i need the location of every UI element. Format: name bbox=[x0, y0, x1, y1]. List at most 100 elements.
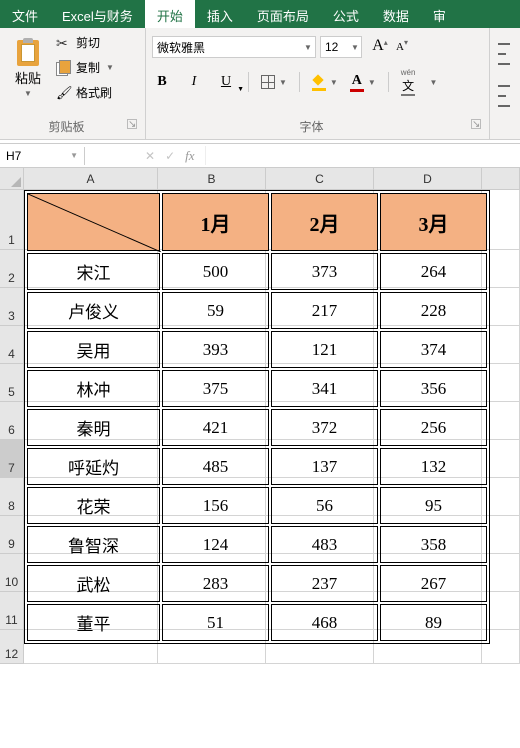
row-header-5[interactable]: 5 bbox=[0, 364, 24, 402]
table-header-month2[interactable]: 2月 bbox=[271, 193, 378, 251]
italic-button[interactable]: I bbox=[184, 72, 204, 92]
table-header-month3[interactable]: 3月 bbox=[380, 193, 487, 251]
table-name-cell[interactable]: 呼延灼 bbox=[27, 448, 160, 485]
table-header-month1[interactable]: 1月 bbox=[162, 193, 269, 251]
paste-dropdown-icon[interactable]: ▼ bbox=[24, 89, 32, 98]
font-size-input[interactable] bbox=[321, 40, 349, 54]
table-value-cell[interactable]: 59 bbox=[162, 292, 269, 329]
table-value-cell[interactable]: 358 bbox=[380, 526, 487, 563]
table-value-cell[interactable]: 373 bbox=[271, 253, 378, 290]
table-value-cell[interactable]: 56 bbox=[271, 487, 378, 524]
table-value-cell[interactable]: 372 bbox=[271, 409, 378, 446]
font-color-button[interactable]: A▼ bbox=[350, 73, 376, 92]
table-value-cell[interactable]: 89 bbox=[380, 604, 487, 641]
font-name-dropdown-icon[interactable]: ▼ bbox=[301, 43, 315, 52]
copy-dropdown-icon[interactable]: ▼ bbox=[106, 63, 114, 72]
table-value-cell[interactable]: 356 bbox=[380, 370, 487, 407]
bold-button[interactable]: B bbox=[152, 72, 172, 92]
copy-button[interactable]: 复制 ▼ bbox=[54, 57, 116, 78]
tab-file[interactable]: 文件 bbox=[0, 0, 50, 28]
table-value-cell[interactable]: 421 bbox=[162, 409, 269, 446]
table-name-cell[interactable]: 花荣 bbox=[27, 487, 160, 524]
table-value-cell[interactable]: 256 bbox=[380, 409, 487, 446]
format-painter-button[interactable]: 格式刷 bbox=[54, 82, 116, 103]
table-value-cell[interactable]: 485 bbox=[162, 448, 269, 485]
fill-color-button[interactable]: ▼ bbox=[312, 74, 338, 91]
clipboard-launcher[interactable]: ↘ bbox=[127, 119, 137, 129]
tab-excel-finance[interactable]: Excel与财务 bbox=[50, 0, 145, 28]
col-header-e[interactable] bbox=[482, 168, 520, 190]
table-value-cell[interactable]: 264 bbox=[380, 253, 487, 290]
row-header-11[interactable]: 11 bbox=[0, 592, 24, 630]
font-launcher[interactable]: ↘ bbox=[471, 119, 481, 129]
table-value-cell[interactable]: 483 bbox=[271, 526, 378, 563]
table-value-cell[interactable]: 156 bbox=[162, 487, 269, 524]
font-name-combo[interactable]: ▼ bbox=[152, 36, 316, 58]
col-header-a[interactable]: A bbox=[24, 168, 158, 190]
decrease-font-button[interactable]: A▾ bbox=[392, 37, 412, 57]
borders-button[interactable]: ▼ bbox=[261, 75, 287, 89]
font-size-combo[interactable]: ▼ bbox=[320, 36, 362, 58]
table-corner-cell[interactable] bbox=[27, 193, 160, 251]
table-value-cell[interactable]: 95 bbox=[380, 487, 487, 524]
table-value-cell[interactable]: 228 bbox=[380, 292, 487, 329]
table-name-cell[interactable]: 秦明 bbox=[27, 409, 160, 446]
col-header-b[interactable]: B bbox=[158, 168, 266, 190]
select-all-cell[interactable] bbox=[0, 168, 24, 190]
tab-page-layout[interactable]: 页面布局 bbox=[245, 0, 321, 28]
formula-input[interactable] bbox=[205, 146, 520, 165]
table-value-cell[interactable]: 283 bbox=[162, 565, 269, 602]
table-value-cell[interactable]: 51 bbox=[162, 604, 269, 641]
table-value-cell[interactable]: 374 bbox=[380, 331, 487, 368]
name-box[interactable]: H7 ▼ bbox=[0, 147, 85, 165]
table-value-cell[interactable]: 267 bbox=[380, 565, 487, 602]
tab-insert[interactable]: 插入 bbox=[195, 0, 245, 28]
underline-dropdown-icon[interactable]: ▼ bbox=[237, 79, 244, 99]
table-value-cell[interactable]: 124 bbox=[162, 526, 269, 563]
paste-button[interactable]: 粘贴 ▼ bbox=[6, 32, 50, 117]
font-name-input[interactable] bbox=[153, 40, 301, 54]
table-name-cell[interactable]: 林冲 bbox=[27, 370, 160, 407]
table-value-cell[interactable]: 217 bbox=[271, 292, 378, 329]
tab-rest[interactable]: 审 bbox=[421, 0, 458, 28]
row-header-7[interactable]: 7 bbox=[0, 440, 24, 478]
font-size-dropdown-icon[interactable]: ▼ bbox=[349, 43, 361, 52]
align-top-button[interactable] bbox=[496, 40, 512, 68]
table-name-cell[interactable]: 吴用 bbox=[27, 331, 160, 368]
row-header-2[interactable]: 2 bbox=[0, 250, 24, 288]
row-header-3[interactable]: 3 bbox=[0, 288, 24, 326]
table-value-cell[interactable]: 137 bbox=[271, 448, 378, 485]
col-header-d[interactable]: D bbox=[374, 168, 482, 190]
table-name-cell[interactable]: 鲁智深 bbox=[27, 526, 160, 563]
table-value-cell[interactable]: 500 bbox=[162, 253, 269, 290]
row-header-1[interactable]: 1 bbox=[0, 190, 24, 250]
increase-font-button[interactable]: A▴ bbox=[370, 37, 390, 57]
table-name-cell[interactable]: 宋江 bbox=[27, 253, 160, 290]
row-header-10[interactable]: 10 bbox=[0, 554, 24, 592]
align-left-button[interactable] bbox=[496, 82, 512, 110]
table-value-cell[interactable]: 121 bbox=[271, 331, 378, 368]
col-header-c[interactable]: C bbox=[266, 168, 374, 190]
name-box-dropdown-icon[interactable]: ▼ bbox=[70, 151, 78, 160]
tab-home[interactable]: 开始 bbox=[145, 0, 195, 28]
pinyin-button[interactable]: wén文 bbox=[401, 68, 416, 96]
cut-button[interactable]: 剪切 bbox=[54, 32, 116, 53]
table-name-cell[interactable]: 卢俊义 bbox=[27, 292, 160, 329]
worksheet-grid[interactable]: A B C D 123456789101112 1月 2月 3月 宋江50037… bbox=[0, 168, 520, 664]
tab-data[interactable]: 数据 bbox=[371, 0, 421, 28]
table-value-cell[interactable]: 341 bbox=[271, 370, 378, 407]
table-value-cell[interactable]: 237 bbox=[271, 565, 378, 602]
table-value-cell[interactable]: 393 bbox=[162, 331, 269, 368]
fx-label[interactable]: fx bbox=[185, 148, 194, 164]
table-value-cell[interactable]: 375 bbox=[162, 370, 269, 407]
underline-button[interactable]: U▼ bbox=[216, 72, 236, 92]
accept-formula-button[interactable]: ✓ bbox=[165, 149, 175, 163]
row-header-12[interactable]: 12 bbox=[0, 630, 24, 664]
row-header-9[interactable]: 9 bbox=[0, 516, 24, 554]
row-header-4[interactable]: 4 bbox=[0, 326, 24, 364]
row-header-8[interactable]: 8 bbox=[0, 478, 24, 516]
row-header-6[interactable]: 6 bbox=[0, 402, 24, 440]
cancel-formula-button[interactable]: ✕ bbox=[145, 149, 155, 163]
table-name-cell[interactable]: 武松 bbox=[27, 565, 160, 602]
table-value-cell[interactable]: 468 bbox=[271, 604, 378, 641]
